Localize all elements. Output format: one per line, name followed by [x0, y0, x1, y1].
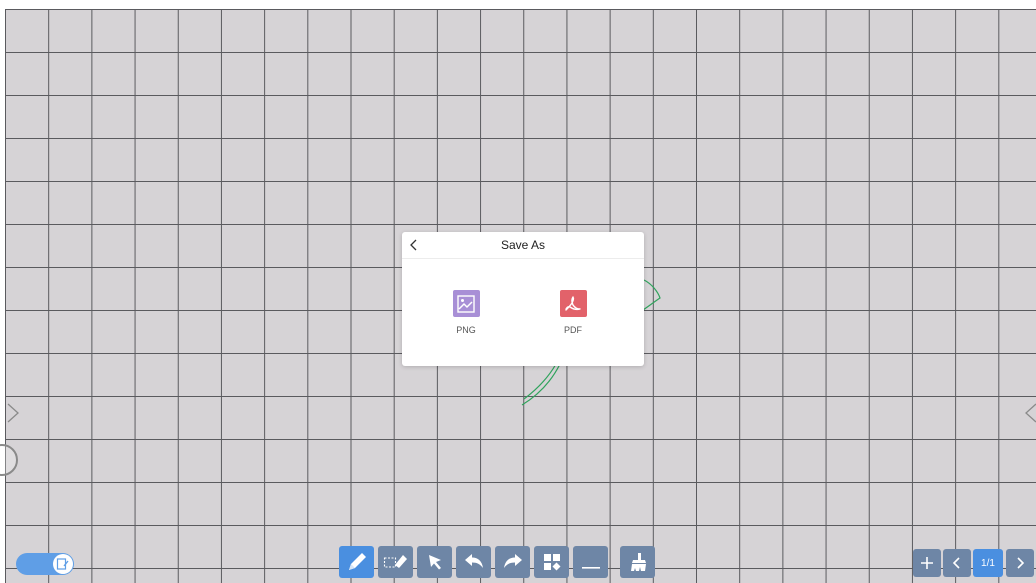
ink-stroke	[642, 279, 661, 311]
grid-shapes-icon	[543, 554, 560, 571]
chevron-right-icon	[1017, 557, 1025, 569]
plus-icon	[921, 557, 933, 569]
ink-stroke	[521, 363, 561, 406]
redo-button[interactable]	[495, 546, 530, 578]
pdf-icon	[559, 290, 587, 317]
save-pdf-option[interactable]: PDF	[543, 290, 603, 340]
save-as-dialog: Save As PNG PDF	[402, 232, 644, 366]
clear-board-button[interactable]	[620, 546, 655, 578]
undo-button[interactable]	[456, 546, 491, 578]
undo-icon	[464, 554, 483, 568]
ink-stroke	[523, 363, 557, 400]
add-page-button[interactable]	[913, 549, 941, 577]
eraser-icon	[383, 555, 407, 568]
collapse-toolbar-button[interactable]	[573, 546, 608, 578]
chevron-left-icon	[952, 557, 960, 569]
minus-icon	[581, 567, 600, 569]
previous-page-button[interactable]	[943, 549, 971, 577]
top-margin	[0, 0, 1036, 9]
next-page-button[interactable]	[1006, 549, 1034, 577]
more-tools-button[interactable]	[534, 546, 569, 578]
pen-tool-button[interactable]	[339, 546, 374, 578]
broom-icon	[630, 553, 646, 571]
page-indicator[interactable]: 1/1	[973, 549, 1003, 577]
pdf-label: PDF	[564, 325, 582, 335]
dialog-header: Save As	[402, 232, 644, 259]
expand-left-panel-icon[interactable]	[6, 402, 20, 424]
mode-toggle[interactable]	[16, 553, 74, 575]
dialog-title: Save As	[500, 238, 546, 252]
redo-icon	[503, 554, 522, 568]
left-margin	[0, 0, 5, 583]
expand-right-panel-icon[interactable]	[1024, 402, 1036, 424]
whiteboard-mode-icon	[53, 554, 73, 574]
select-tool-button[interactable]	[417, 546, 452, 578]
cursor-arrow-icon	[428, 555, 441, 570]
eraser-tool-button[interactable]	[378, 546, 413, 578]
image-icon	[452, 290, 480, 317]
floating-menu-handle[interactable]	[0, 444, 18, 476]
png-label: PNG	[456, 325, 476, 335]
save-png-option[interactable]: PNG	[436, 290, 496, 340]
pen-icon	[348, 553, 366, 570]
